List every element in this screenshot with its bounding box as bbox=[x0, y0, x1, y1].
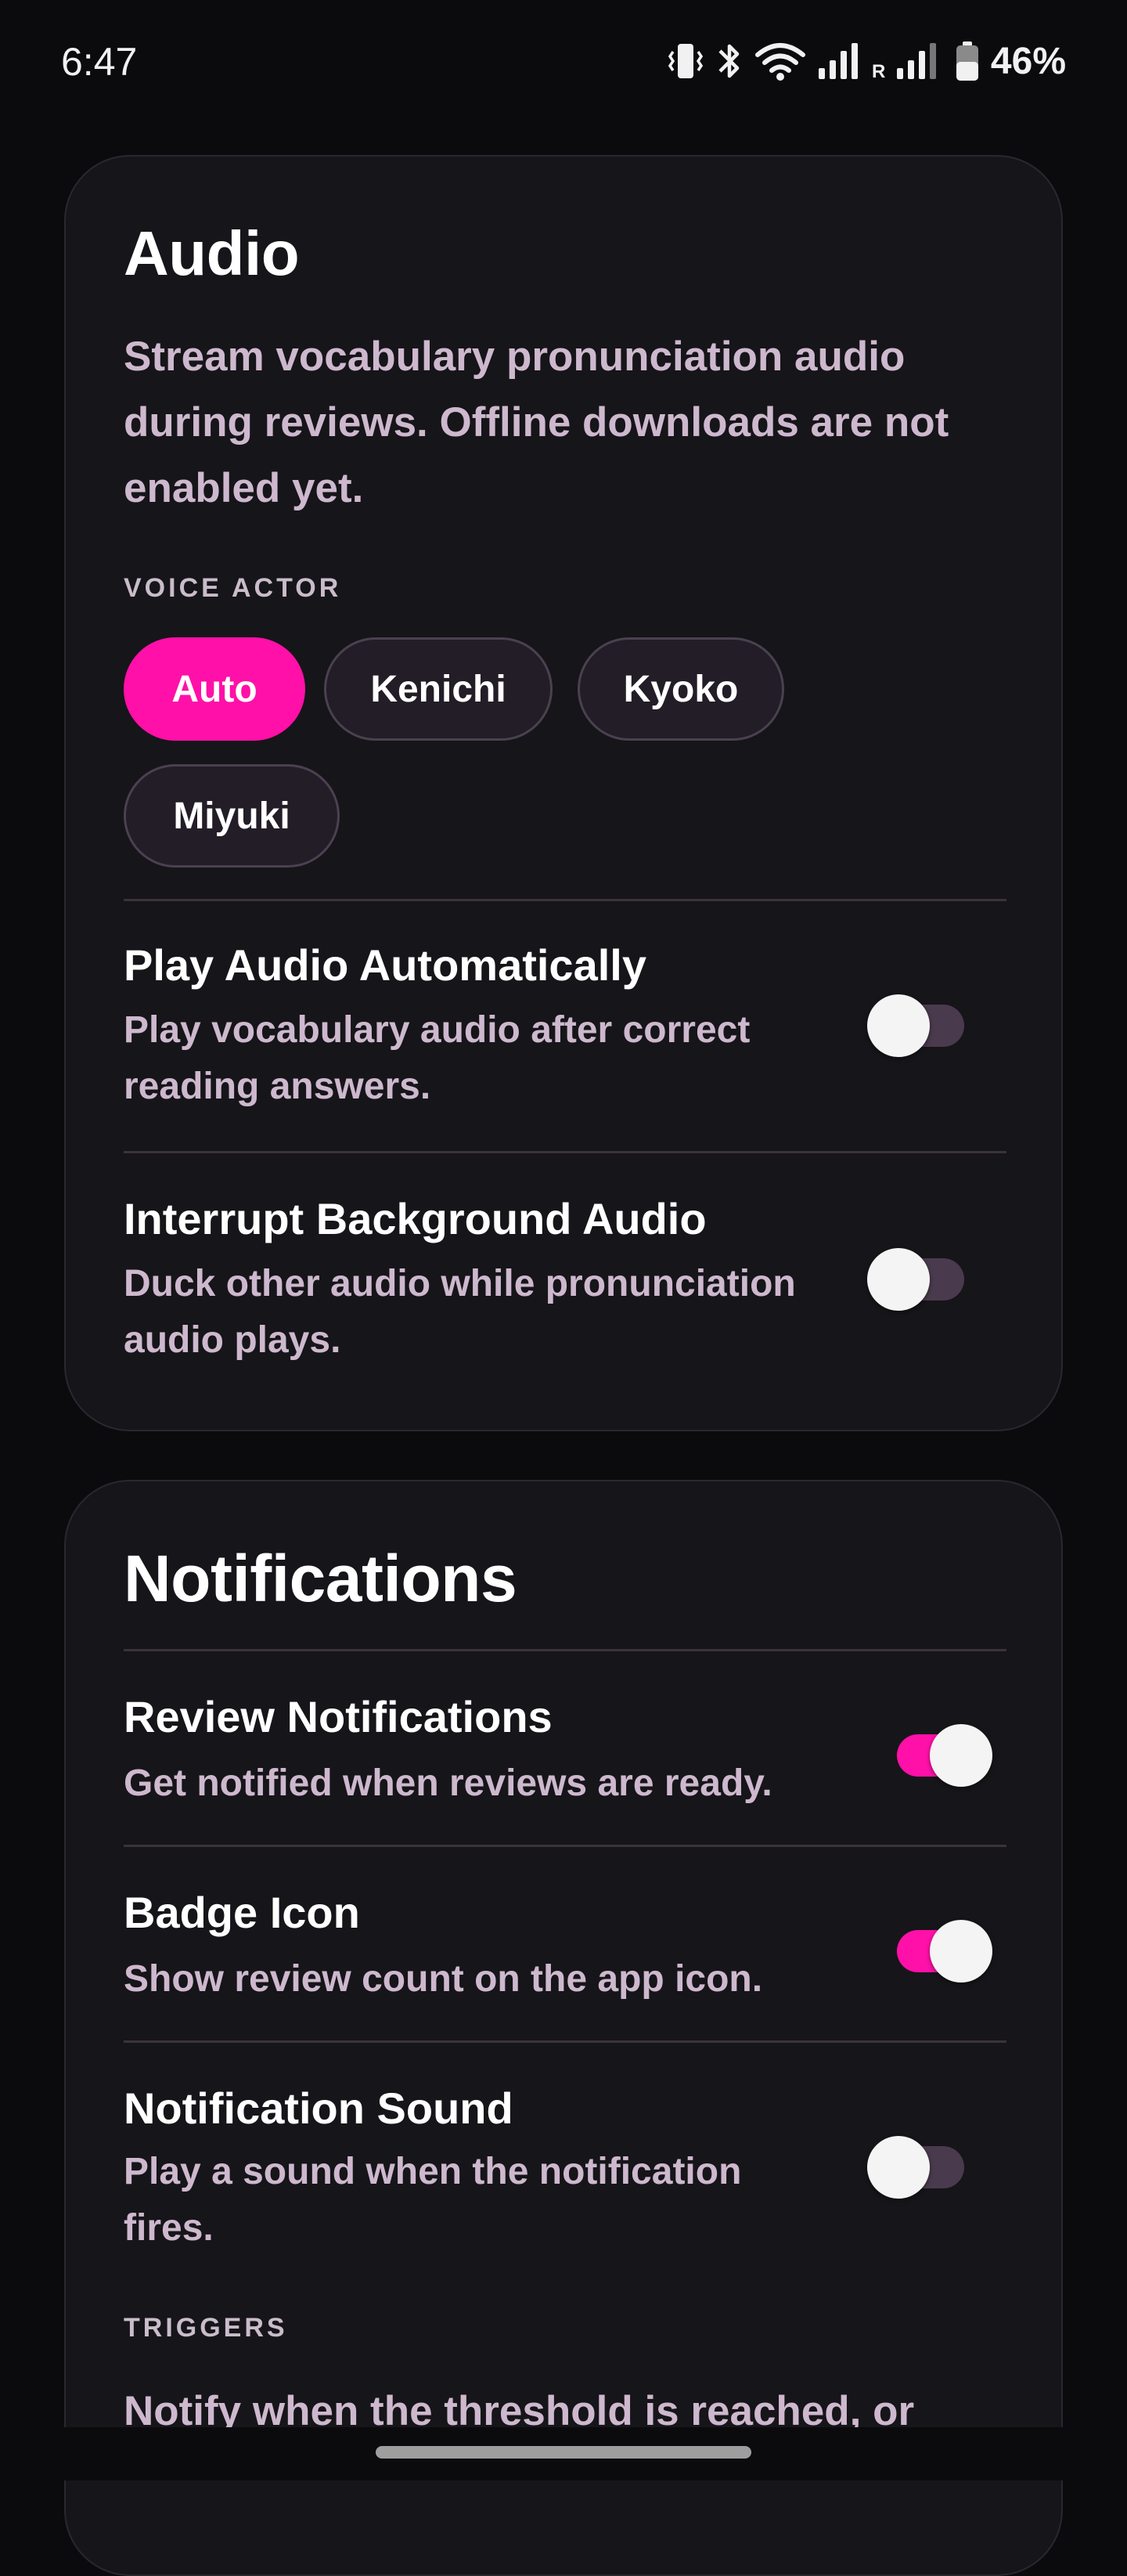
gesture-navigation-handle[interactable] bbox=[376, 2446, 751, 2459]
toggle-thumb bbox=[930, 1724, 992, 1787]
audio-section-title: Audio bbox=[124, 218, 300, 288]
divider bbox=[124, 1649, 1006, 1651]
voice-actor-chip-kyoko[interactable]: Kyoko bbox=[578, 637, 784, 741]
interrupt-background-audio-title: Interrupt Background Audio bbox=[124, 1194, 707, 1243]
triggers-label: TRIGGERS bbox=[124, 2313, 288, 2343]
status-icons: R 46% bbox=[667, 38, 1066, 85]
toggle-thumb bbox=[930, 1920, 992, 1983]
interrupt-background-audio-toggle[interactable] bbox=[867, 1240, 969, 1311]
toggle-thumb bbox=[867, 1248, 930, 1311]
audio-description: Stream vocabulary pronunciation audio du… bbox=[124, 334, 949, 511]
badge-icon-title: Badge Icon bbox=[124, 1888, 360, 1937]
divider bbox=[124, 899, 1006, 901]
roaming-label: R bbox=[872, 61, 885, 81]
notification-sound-title: Notification Sound bbox=[124, 2084, 513, 2133]
signal-roaming-icon: R bbox=[872, 43, 936, 81]
review-notifications-subtitle: Get notified when reviews are ready. bbox=[124, 1762, 772, 1804]
voice-actor-chip-miyuki[interactable]: Miyuki bbox=[124, 764, 340, 868]
review-notifications-title: Review Notifications bbox=[124, 1692, 553, 1741]
toggle-thumb bbox=[867, 2136, 930, 2199]
notification-sound-subtitle: Play a sound when the notification fires… bbox=[124, 2151, 742, 2249]
status-bar: 6:47 R 46% bbox=[0, 0, 1127, 125]
vibrate-icon bbox=[668, 44, 704, 78]
play-audio-automatically-title: Play Audio Automatically bbox=[124, 940, 646, 990]
notifications-section-title: Notifications bbox=[124, 1542, 517, 1615]
wifi-icon bbox=[754, 43, 805, 81]
bluetooth-icon bbox=[718, 44, 740, 78]
voice-actor-chip-kenichi[interactable]: Kenichi bbox=[324, 637, 553, 741]
battery-icon bbox=[956, 41, 978, 81]
play-audio-automatically-subtitle: Play vocabulary audio after correct read… bbox=[124, 1009, 751, 1107]
divider bbox=[124, 1151, 1006, 1153]
audio-settings-card: Audio Stream vocabulary pronunciation au… bbox=[64, 155, 1063, 1431]
notification-sound-toggle[interactable] bbox=[867, 2128, 969, 2199]
divider bbox=[124, 2040, 1006, 2043]
toggle-thumb bbox=[867, 994, 930, 1057]
badge-icon-toggle[interactable] bbox=[891, 1912, 992, 1983]
divider bbox=[124, 1845, 1006, 1847]
notifications-settings-card: Notifications Review Notifications Get n… bbox=[64, 1480, 1063, 2576]
interrupt-background-audio-subtitle: Duck other audio while pronunciation aud… bbox=[124, 1263, 796, 1361]
play-audio-automatically-toggle[interactable] bbox=[867, 987, 969, 1057]
battery-percentage: 46% bbox=[990, 40, 1066, 82]
review-notifications-toggle[interactable] bbox=[891, 1716, 992, 1787]
voice-actor-label: VOICE ACTOR bbox=[124, 573, 342, 603]
status-time: 6:47 bbox=[61, 40, 138, 84]
signal-icon bbox=[818, 43, 858, 79]
badge-icon-subtitle: Show review count on the app icon. bbox=[124, 1958, 763, 2000]
voice-actor-chip-auto[interactable]: Auto bbox=[124, 637, 305, 741]
